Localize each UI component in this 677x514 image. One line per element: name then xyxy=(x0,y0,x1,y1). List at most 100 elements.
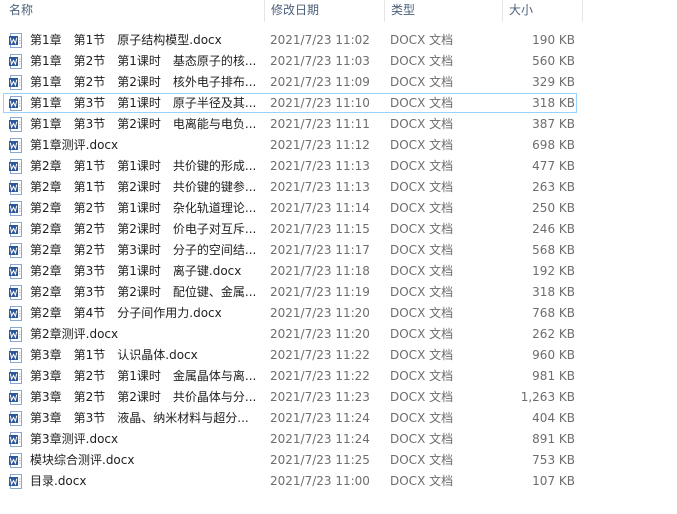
file-row[interactable]: 第3章测评.docx 2021/7/23 11:24 DOCX 文档 891 KB xyxy=(0,429,677,450)
file-row[interactable]: 模块综合测评.docx 2021/7/23 11:25 DOCX 文档 753 KB xyxy=(0,450,677,471)
word-doc-icon xyxy=(9,243,22,258)
word-doc-icon xyxy=(9,369,22,384)
file-modified-date: 2021/7/23 11:19 xyxy=(270,285,370,299)
file-type: DOCX 文档 xyxy=(390,306,454,320)
file-type: DOCX 文档 xyxy=(390,180,454,194)
file-size: 250 KB xyxy=(532,201,575,215)
file-row[interactable]: 第1章 第2节 第1课时 基态原子的核... 2021/7/23 11:03 DOC… xyxy=(0,51,677,72)
file-name: 第1章测评.docx xyxy=(30,138,119,152)
file-modified-date: 2021/7/23 11:00 xyxy=(270,474,370,488)
file-row[interactable]: 第2章 第4节 分子间作用力.docx 2021/7/23 11:20 DOCX 文… xyxy=(0,303,677,324)
file-type: DOCX 文档 xyxy=(390,75,454,89)
file-row[interactable]: 第1章 第3节 第2课时 电离能与电负... 2021/7/23 11:11 DOC… xyxy=(0,114,677,135)
file-name: 第1章 第1节 原子结构模型.docx xyxy=(30,33,222,47)
file-modified-date: 2021/7/23 11:12 xyxy=(270,138,370,152)
file-size: 192 KB xyxy=(532,264,575,278)
file-size: 246 KB xyxy=(532,222,575,236)
file-type: DOCX 文档 xyxy=(390,432,454,446)
file-type: DOCX 文档 xyxy=(390,117,454,131)
file-size: 477 KB xyxy=(532,159,575,173)
file-name: 模块综合测评.docx xyxy=(30,453,135,467)
file-name: 目录.docx xyxy=(30,474,87,488)
file-type: DOCX 文档 xyxy=(390,33,454,47)
file-modified-date: 2021/7/23 11:13 xyxy=(270,159,370,173)
file-type: DOCX 文档 xyxy=(390,348,454,362)
file-modified-date: 2021/7/23 11:24 xyxy=(270,411,370,425)
word-doc-icon xyxy=(9,390,22,405)
file-row[interactable]: 第3章 第2节 第2课时 共价晶体与分... 2021/7/23 11:23 DOC… xyxy=(0,387,677,408)
file-modified-date: 2021/7/23 11:25 xyxy=(270,453,370,467)
file-type: DOCX 文档 xyxy=(390,201,454,215)
column-header-size[interactable]: 大小 xyxy=(503,0,583,22)
file-name: 第2章 第4节 分子间作用力.docx xyxy=(30,306,222,320)
file-row[interactable]: 第2章 第3节 第1课时 离子键.docx 2021/7/23 11:18 DOCX… xyxy=(0,261,677,282)
file-modified-date: 2021/7/23 11:15 xyxy=(270,222,370,236)
file-type: DOCX 文档 xyxy=(390,243,454,257)
file-row[interactable]: 第2章 第2节 第3课时 分子的空间结... 2021/7/23 11:17 DOC… xyxy=(0,240,677,261)
file-row[interactable]: 第1章测评.docx 2021/7/23 11:12 DOCX 文档 698 KB xyxy=(0,135,677,156)
column-header-date[interactable]: 修改日期 xyxy=(265,0,385,22)
file-row[interactable]: 第2章 第1节 第2课时 共价键的键参... 2021/7/23 11:13 DOC… xyxy=(0,177,677,198)
file-type: DOCX 文档 xyxy=(390,474,454,488)
file-row[interactable]: 第2章 第2节 第2课时 价电子对互斥... 2021/7/23 11:15 DOC… xyxy=(0,219,677,240)
file-size: 318 KB xyxy=(532,285,575,299)
file-type: DOCX 文档 xyxy=(390,96,454,110)
file-row[interactable]: 第2章测评.docx 2021/7/23 11:20 DOCX 文档 262 KB xyxy=(0,324,677,345)
file-name: 第2章 第1节 第2课时 共价键的键参... xyxy=(30,180,257,194)
file-row[interactable]: 第3章 第1节 认识晶体.docx 2021/7/23 11:22 DOCX 文档 9… xyxy=(0,345,677,366)
file-type: DOCX 文档 xyxy=(390,285,454,299)
word-doc-icon xyxy=(9,348,22,363)
file-type: DOCX 文档 xyxy=(390,327,454,341)
file-name: 第1章 第2节 第1课时 基态原子的核... xyxy=(30,54,257,68)
file-row[interactable]: 第1章 第1节 原子结构模型.docx 2021/7/23 11:02 DOCX 文… xyxy=(0,30,677,51)
file-type: DOCX 文档 xyxy=(390,222,454,236)
file-type: DOCX 文档 xyxy=(390,411,454,425)
file-modified-date: 2021/7/23 11:09 xyxy=(270,75,370,89)
word-doc-icon xyxy=(9,201,22,216)
file-name: 第1章 第3节 第1课时 原子半径及其... xyxy=(30,96,257,110)
file-name: 第2章 第3节 第2课时 配位键、金属... xyxy=(30,285,257,299)
file-row[interactable]: 第2章 第1节 第1课时 共价键的形成... 2021/7/23 11:13 DOC… xyxy=(0,156,677,177)
word-doc-icon xyxy=(9,96,22,111)
file-size: 318 KB xyxy=(532,96,575,110)
file-type: DOCX 文档 xyxy=(390,453,454,467)
file-size: 981 KB xyxy=(532,369,575,383)
file-modified-date: 2021/7/23 11:14 xyxy=(270,201,370,215)
file-modified-date: 2021/7/23 11:18 xyxy=(270,264,370,278)
file-name: 第3章 第1节 认识晶体.docx xyxy=(30,348,198,362)
file-size: 698 KB xyxy=(532,138,575,152)
file-row[interactable]: 第3章 第3节 液晶、纳米材料与超分... 2021/7/23 11:24 DOCX… xyxy=(0,408,677,429)
file-row[interactable]: 第1章 第3节 第1课时 原子半径及其... 2021/7/23 11:10 DOC… xyxy=(0,93,677,114)
file-modified-date: 2021/7/23 11:10 xyxy=(270,96,370,110)
file-row[interactable]: 第2章 第2节 第1课时 杂化轨道理论... 2021/7/23 11:14 DOC… xyxy=(0,198,677,219)
file-name: 第3章 第2节 第1课时 金属晶体与离... xyxy=(30,369,257,383)
word-doc-icon xyxy=(9,432,22,447)
file-modified-date: 2021/7/23 11:20 xyxy=(270,306,370,320)
file-modified-date: 2021/7/23 11:23 xyxy=(270,390,370,404)
file-row[interactable]: 目录.docx 2021/7/23 11:00 DOCX 文档 107 KB xyxy=(0,471,677,492)
file-name: 第2章 第2节 第3课时 分子的空间结... xyxy=(30,243,257,257)
file-type: DOCX 文档 xyxy=(390,369,454,383)
file-modified-date: 2021/7/23 11:22 xyxy=(270,348,370,362)
column-header-type[interactable]: 类型 xyxy=(385,0,503,22)
file-name: 第1章 第2节 第2课时 核外电子排布... xyxy=(30,75,257,89)
word-doc-icon xyxy=(9,117,22,132)
column-header-name[interactable]: 名称 xyxy=(3,0,265,22)
file-name: 第2章 第2节 第1课时 杂化轨道理论... xyxy=(30,201,257,215)
file-size: 1,263 KB xyxy=(520,390,575,404)
word-doc-icon xyxy=(9,33,22,48)
file-modified-date: 2021/7/23 11:13 xyxy=(270,180,370,194)
word-doc-icon xyxy=(9,474,22,489)
file-modified-date: 2021/7/23 11:22 xyxy=(270,369,370,383)
file-size: 891 KB xyxy=(532,432,575,446)
file-row[interactable]: 第3章 第2节 第1课时 金属晶体与离... 2021/7/23 11:22 DOC… xyxy=(0,366,677,387)
file-type: DOCX 文档 xyxy=(390,54,454,68)
file-size: 768 KB xyxy=(532,306,575,320)
file-row[interactable]: 第1章 第2节 第2课时 核外电子排布... 2021/7/23 11:09 DOC… xyxy=(0,72,677,93)
file-row[interactable]: 第2章 第3节 第2课时 配位键、金属... 2021/7/23 11:19 DOC… xyxy=(0,282,677,303)
word-doc-icon xyxy=(9,75,22,90)
word-doc-icon xyxy=(9,222,22,237)
file-size: 262 KB xyxy=(532,327,575,341)
file-type: DOCX 文档 xyxy=(390,159,454,173)
file-size: 263 KB xyxy=(532,180,575,194)
